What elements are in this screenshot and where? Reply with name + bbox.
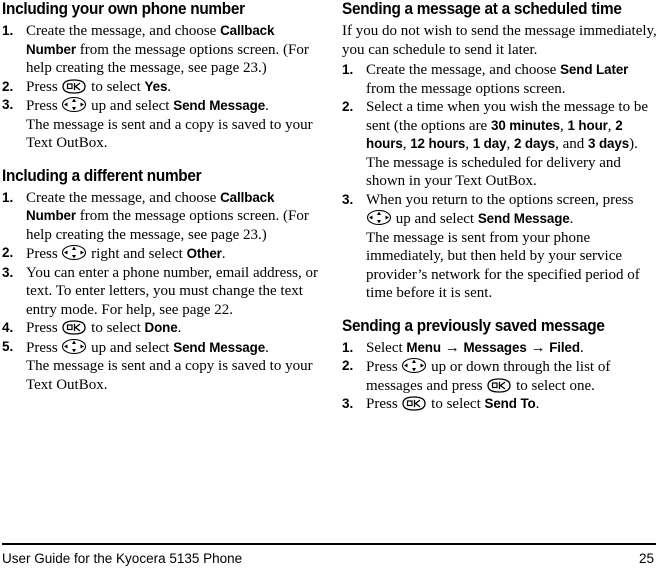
steps-scheduled-time: 1. Create the message, and choose Send La… (342, 61, 658, 303)
step-note: The message is scheduled for delivery an… (366, 154, 621, 190)
step-text: Press to select Yes. (26, 78, 172, 95)
ui-term: 3 days (587, 136, 630, 151)
footer-divider (2, 543, 656, 545)
navigation-key-icon (61, 96, 87, 113)
arrow-icon: → (526, 339, 550, 356)
left-column: Including your own phone number 1. Create… (2, 0, 320, 394)
ui-term: Done (144, 320, 178, 335)
ok-key-icon (486, 377, 512, 393)
step-text: Select a time when you wish the message … (366, 99, 649, 152)
step-number: 3. (2, 97, 14, 112)
step-number: 2. (342, 99, 354, 114)
step-number: 2. (2, 78, 14, 94)
ui-term: Callback Number (26, 189, 275, 224)
footer-document-title: User Guide for the Kyocera 5135 Phone (2, 551, 243, 566)
ui-term: 1 hour (567, 117, 608, 133)
intro-paragraph-scheduled-time: If you do not wish to send the message i… (342, 23, 657, 58)
ui-term: Messages (463, 339, 527, 355)
step-number: 4. (2, 320, 14, 335)
navigation-key-icon (401, 357, 427, 374)
navigation-key-icon (61, 338, 87, 355)
step-number: 1. (2, 23, 14, 38)
ui-term: Yes (144, 78, 168, 94)
arrow-icon: → (440, 339, 464, 356)
step-text: You can enter a phone number, email addr… (26, 264, 318, 318)
step-text: Press up and select Send Message. (26, 96, 269, 114)
numbered-step: 2. Press right and select Other. (2, 244, 320, 264)
ui-term: Send Message (477, 211, 570, 226)
manual-page: Including your own phone number 1. Create… (0, 0, 658, 577)
step-number: 1. (342, 62, 354, 77)
ui-term: 2 days (513, 136, 556, 151)
step-number: 2. (342, 358, 354, 373)
ui-term: 12 hours (410, 136, 466, 151)
numbered-step: 1. Create the message, and choose Callbac… (2, 189, 320, 245)
ui-term: Send To (484, 396, 536, 411)
numbered-step: 3. Press to select Send To. (342, 395, 658, 414)
section-heading-including-own-number: Including your own phone number (2, 0, 245, 18)
right-column: Sending a message at a scheduled time If… (342, 0, 658, 414)
step-number: 3. (342, 396, 354, 411)
section-heading-including-different-number: Including a different number (2, 166, 202, 185)
step-text: Create the message, and choose Send Late… (366, 62, 629, 97)
page-footer: User Guide for the Kyocera 5135 Phone 25 (0, 543, 658, 577)
ui-term: 1 day (472, 136, 507, 151)
numbered-step: 3. You can enter a phone number, email ad… (2, 264, 320, 320)
ui-term: Send Later (560, 62, 629, 77)
step-text: Press right and select Other. (26, 244, 226, 262)
step-text: Press to select Done. (26, 320, 182, 336)
step-text: When you return to the options screen, p… (366, 191, 634, 228)
step-text: Press to select Send To. (366, 396, 540, 412)
numbered-step: 3. Press up and select Send Message. (2, 96, 320, 116)
ok-key-icon (61, 320, 87, 335)
ui-term: 30 minutes (490, 117, 560, 133)
step-number: 5. (2, 338, 14, 354)
step-text: Select Menu → Messages → Filed. (366, 339, 584, 356)
numbered-step: 1. Create the message, and choose Send La… (342, 61, 658, 98)
ui-term: Callback Number (26, 23, 275, 57)
step-number: 2. (2, 245, 14, 260)
section-heading-scheduled-time: Sending a message at a scheduled time (342, 0, 622, 18)
ui-term: Send Message (173, 339, 266, 355)
numbered-step: 2. Press to select Yes. (2, 78, 320, 97)
page-columns: Including your own phone number 1. Create… (0, 0, 658, 520)
step-note: The message is sent and a copy is saved … (26, 358, 313, 393)
numbered-step: 4. Press to select Done. (2, 319, 320, 338)
numbered-step: 2. Press up or down through the list of m… (342, 357, 658, 395)
ui-term: Filed (549, 339, 580, 355)
step-text: Create the message, and choose Callback … (26, 23, 309, 76)
ui-term: Send Message (173, 98, 266, 113)
section-heading-previously-saved-message: Sending a previously saved message (342, 316, 605, 335)
navigation-key-icon (366, 209, 392, 226)
steps-including-different-number: 1. Create the message, and choose Callbac… (2, 189, 320, 395)
numbered-step: 2. Select a time when you wish the messag… (342, 98, 658, 154)
step-note: The message is sent from your phone imme… (366, 229, 640, 302)
step-number: 1. (342, 339, 354, 355)
steps-including-own-number: 1. Create the message, and choose Callbac… (2, 22, 320, 153)
ok-key-icon (401, 396, 427, 411)
ui-term: Other (186, 246, 222, 261)
ok-key-icon (61, 78, 87, 94)
step-number: 3. (342, 191, 354, 207)
steps-previously-saved-message: 1. Select Menu → Messages → Filed. 2. Press… (342, 339, 658, 414)
step-note: The message is sent and a copy is saved … (26, 116, 313, 152)
step-text: Press up and select Send Message. (26, 338, 269, 356)
numbered-step: 1. Create the message, and choose Callbac… (2, 22, 320, 78)
numbered-step: 5. Press up and select Send Message. (2, 338, 320, 358)
numbered-step: 1. Select Menu → Messages → Filed. (342, 339, 658, 358)
footer-page-number: 25 (638, 551, 654, 566)
navigation-key-icon (61, 244, 87, 261)
step-number: 1. (2, 189, 14, 205)
numbered-step: 3. When you return to the options screen,… (342, 191, 658, 229)
step-text: Create the message, and choose Callback … (26, 189, 309, 243)
step-text: Press up or down through the list of mes… (366, 357, 611, 394)
step-number: 3. (2, 264, 14, 280)
ui-term: Menu (406, 339, 441, 355)
